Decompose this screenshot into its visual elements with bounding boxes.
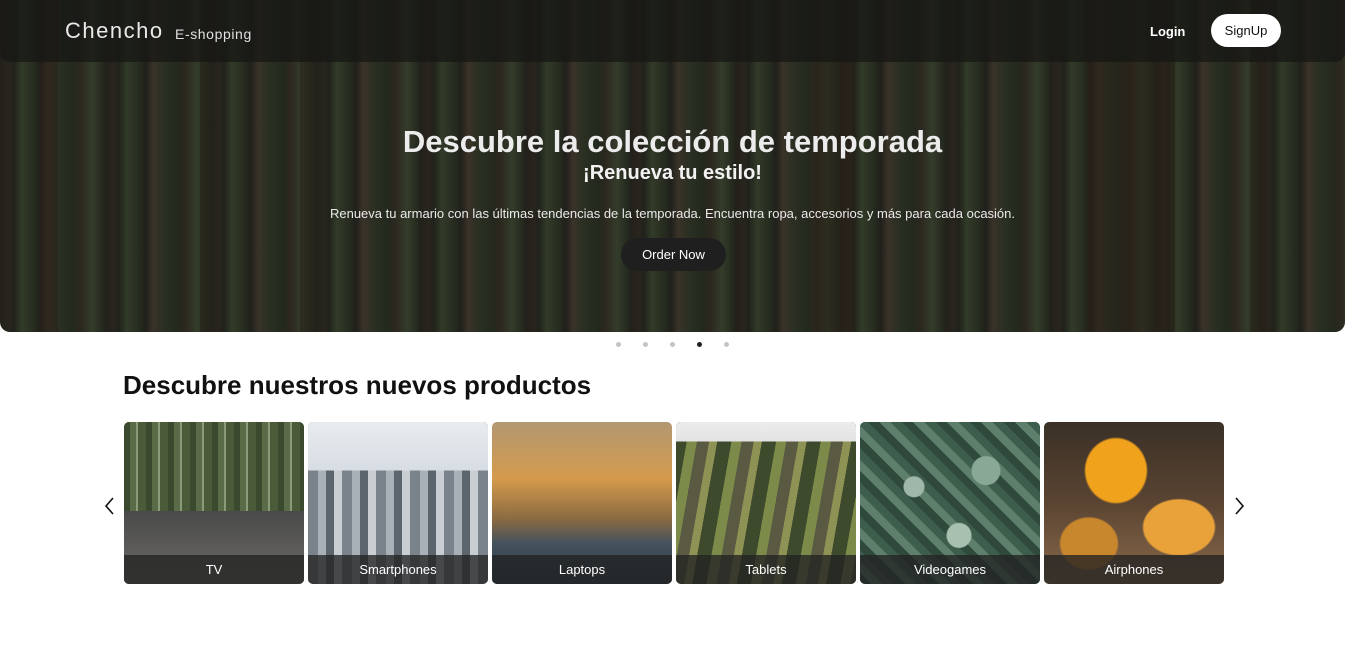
products-next-button[interactable]	[1229, 495, 1249, 517]
carousel-indicators	[0, 342, 1345, 347]
product-card-airphones[interactable]: Airphones	[1044, 422, 1224, 584]
carousel-dot-3[interactable]	[670, 342, 675, 347]
product-card-videogames[interactable]: Videogames	[860, 422, 1040, 584]
product-card-tv[interactable]: TV	[124, 422, 304, 584]
products-prev-button[interactable]	[100, 495, 120, 517]
product-card-smartphones[interactable]: Smartphones	[308, 422, 488, 584]
products-section-title: Descubre nuestros nuevos productos	[123, 370, 592, 400]
navbar: Chencho E-shopping Login SignUp	[0, 0, 1345, 62]
product-label: Laptops	[492, 555, 672, 584]
carousel-dot-1[interactable]	[616, 342, 621, 347]
chevron-right-icon	[1235, 497, 1245, 515]
chevron-left-icon	[104, 497, 114, 515]
hero-subtitle: ¡Renueva tu estilo!	[583, 162, 762, 184]
hero-title: Descubre la colección de temporada	[402, 124, 943, 159]
product-label: TV	[124, 555, 304, 584]
carousel-dot-5[interactable]	[724, 342, 729, 347]
product-label: Tablets	[676, 555, 856, 584]
brand-logo[interactable]: Chencho	[65, 18, 164, 44]
order-now-button[interactable]: Order Now	[621, 238, 726, 271]
product-card-laptops[interactable]: Laptops	[492, 422, 672, 584]
products-carousel: TV Smartphones Laptops Tablets Videogame…	[124, 422, 1224, 584]
carousel-dot-4[interactable]	[697, 342, 702, 347]
product-label: Smartphones	[308, 555, 488, 584]
hero-description: Renueva tu armario con las últimas tende…	[329, 206, 1016, 221]
signup-button[interactable]: SignUp	[1211, 14, 1281, 47]
product-label: Airphones	[1044, 555, 1224, 584]
hero-banner: Chencho E-shopping Login SignUp Descubre…	[0, 0, 1345, 332]
product-card-tablets[interactable]: Tablets	[676, 422, 856, 584]
brand-tagline: E-shopping	[175, 26, 252, 42]
carousel-dot-2[interactable]	[643, 342, 648, 347]
login-link[interactable]: Login	[1150, 24, 1185, 39]
product-label: Videogames	[860, 555, 1040, 584]
